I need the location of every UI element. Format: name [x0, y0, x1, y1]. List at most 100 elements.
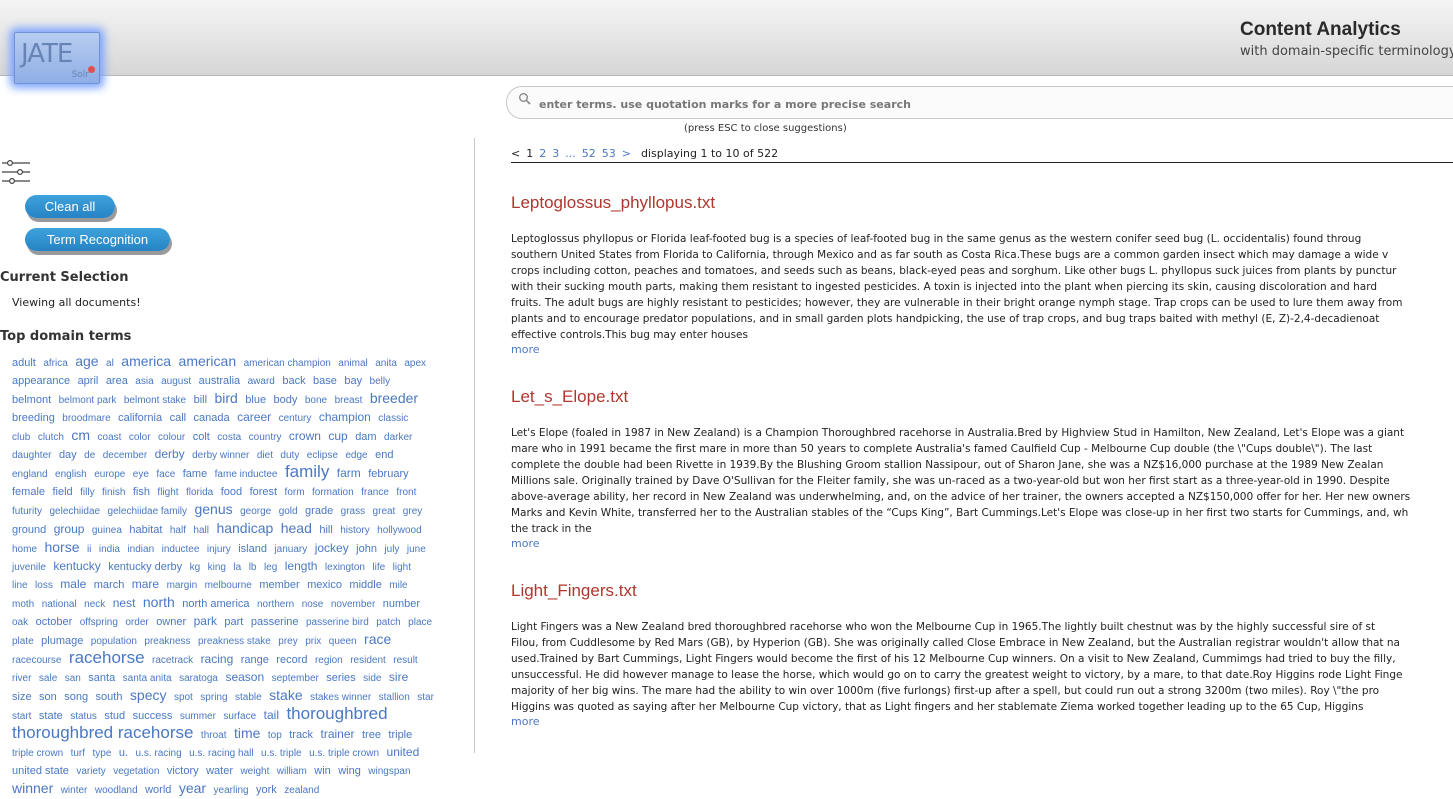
term-cloud-item[interactable]: clutch	[38, 432, 64, 443]
term-cloud-item[interactable]: prey	[278, 636, 297, 647]
term-cloud-item[interactable]: california	[118, 412, 162, 424]
clean-all-button[interactable]: Clean all	[25, 195, 115, 218]
term-cloud-item[interactable]: triple	[388, 729, 412, 741]
term-cloud-item[interactable]: africa	[43, 358, 67, 369]
term-cloud-item[interactable]: la	[233, 562, 241, 573]
term-cloud-item[interactable]: september	[272, 673, 319, 684]
term-cloud-item[interactable]: diet	[257, 450, 273, 461]
term-cloud-item[interactable]: lb	[249, 562, 257, 573]
term-cloud-item[interactable]: fish	[133, 486, 150, 498]
term-cloud-item[interactable]: august	[161, 376, 191, 387]
term-cloud-item[interactable]: preakness	[144, 636, 190, 647]
term-cloud-item[interactable]: eye	[133, 469, 149, 480]
term-cloud-item[interactable]: derby winner	[192, 450, 249, 461]
term-cloud-item[interactable]: nose	[302, 599, 324, 610]
term-cloud-item[interactable]: trainer	[321, 727, 355, 741]
term-cloud-item[interactable]: racecourse	[12, 655, 61, 666]
term-cloud-item[interactable]: racetrack	[152, 655, 193, 666]
term-cloud-item[interactable]: summer	[180, 711, 216, 722]
term-cloud-item[interactable]: moth	[12, 599, 34, 610]
term-cloud-item[interactable]: melbourne	[205, 580, 252, 591]
term-cloud-item[interactable]: belmont stake	[124, 395, 186, 406]
term-cloud-item[interactable]: track	[289, 729, 313, 741]
term-cloud-item[interactable]: canada	[194, 412, 230, 424]
term-cloud-item[interactable]: belmont park	[59, 395, 117, 406]
result-more-link[interactable]: more	[511, 343, 1453, 357]
term-cloud-item[interactable]: base	[313, 375, 337, 387]
term-cloud-item[interactable]: area	[106, 375, 128, 387]
term-cloud-item[interactable]: turf	[71, 748, 85, 759]
term-cloud-item[interactable]: cm	[71, 427, 90, 443]
term-cloud-item[interactable]: york	[256, 784, 277, 796]
term-cloud-item[interactable]: face	[156, 469, 175, 480]
term-cloud-item[interactable]: france	[361, 487, 389, 498]
term-cloud-item[interactable]: prix	[305, 636, 321, 647]
term-cloud-item[interactable]: june	[407, 544, 426, 555]
panel-divider[interactable]	[474, 138, 475, 753]
term-cloud-item[interactable]: san	[65, 673, 81, 684]
term-cloud-item[interactable]: daughter	[12, 450, 51, 461]
result-title-link[interactable]: Leptoglossus_phyllopus.txt	[511, 193, 1453, 214]
term-cloud-item[interactable]: al	[106, 358, 114, 369]
term-cloud-item[interactable]: thoroughbred	[286, 704, 387, 723]
term-recognition-button[interactable]: Term Recognition	[25, 228, 170, 251]
term-cloud-item[interactable]: place	[408, 617, 432, 628]
term-cloud-item[interactable]: europe	[94, 469, 125, 480]
term-cloud-item[interactable]: woodland	[95, 785, 138, 796]
result-more-link[interactable]: more	[511, 537, 1453, 551]
term-cloud-item[interactable]: light	[393, 562, 411, 573]
term-cloud-item[interactable]: king	[208, 562, 226, 573]
term-cloud-item[interactable]: kg	[190, 562, 201, 573]
term-cloud-item[interactable]: duty	[280, 450, 299, 461]
term-cloud-item[interactable]: asia	[135, 376, 153, 387]
search-box[interactable]	[506, 86, 1453, 119]
term-cloud-item[interactable]: middle	[349, 579, 381, 591]
term-cloud-item[interactable]: throat	[201, 730, 227, 741]
term-cloud-item[interactable]: english	[55, 469, 87, 480]
term-cloud-item[interactable]: record	[276, 654, 307, 666]
term-cloud-item[interactable]: form	[285, 487, 305, 498]
term-cloud-item[interactable]: age	[75, 353, 98, 369]
term-cloud-item[interactable]: stable	[235, 692, 262, 703]
term-cloud-item[interactable]: body	[274, 394, 298, 406]
term-cloud-item[interactable]: santa	[88, 672, 115, 684]
term-cloud-item[interactable]: spot	[174, 692, 193, 703]
term-cloud-item[interactable]: patch	[376, 617, 400, 628]
term-cloud-item[interactable]: home	[12, 544, 37, 555]
term-cloud-item[interactable]: crown	[289, 429, 321, 443]
term-cloud-item[interactable]: series	[326, 672, 355, 684]
term-cloud-item[interactable]: formation	[312, 487, 354, 498]
term-cloud-item[interactable]: winter	[61, 785, 88, 796]
term-cloud-item[interactable]: anita	[375, 358, 397, 369]
term-cloud-item[interactable]: leg	[264, 562, 277, 573]
term-cloud-item[interactable]: stud	[104, 710, 125, 722]
term-cloud-item[interactable]: loss	[35, 580, 53, 591]
term-cloud-item[interactable]: grass	[341, 506, 365, 517]
term-cloud-item[interactable]: part	[224, 616, 243, 628]
term-cloud-item[interactable]: front	[396, 487, 416, 498]
term-cloud-item[interactable]: sale	[39, 673, 57, 684]
term-cloud-item[interactable]: william	[277, 766, 307, 777]
term-cloud-item[interactable]: female	[12, 486, 45, 498]
term-cloud-item[interactable]: hill	[319, 524, 332, 536]
term-cloud-item[interactable]: breast	[335, 395, 363, 406]
term-cloud-item[interactable]: weight	[240, 766, 269, 777]
term-cloud-item[interactable]: gelechiidae family	[108, 506, 188, 517]
term-cloud-item[interactable]: fame inductee	[215, 469, 278, 480]
term-cloud-item[interactable]: bird	[214, 390, 237, 406]
term-cloud-item[interactable]: jockey	[315, 541, 349, 555]
term-cloud-item[interactable]: season	[225, 670, 264, 684]
term-cloud-item[interactable]: fame	[183, 468, 207, 480]
term-cloud-item[interactable]: north	[143, 594, 175, 610]
term-cloud-item[interactable]: passerine bird	[306, 617, 369, 628]
term-cloud-item[interactable]: variety	[76, 766, 105, 777]
term-cloud-item[interactable]: appearance	[12, 375, 70, 387]
term-cloud-item[interactable]: florida	[186, 487, 213, 498]
term-cloud-item[interactable]: bill	[194, 394, 207, 406]
term-cloud-item[interactable]: april	[78, 375, 99, 387]
term-cloud-item[interactable]: breeding	[12, 412, 55, 424]
term-cloud-item[interactable]: united	[387, 745, 420, 759]
term-cloud-item[interactable]: dam	[355, 431, 376, 443]
term-cloud-item[interactable]: england	[12, 469, 48, 480]
term-cloud-item[interactable]: u.s. triple crown	[309, 748, 379, 759]
